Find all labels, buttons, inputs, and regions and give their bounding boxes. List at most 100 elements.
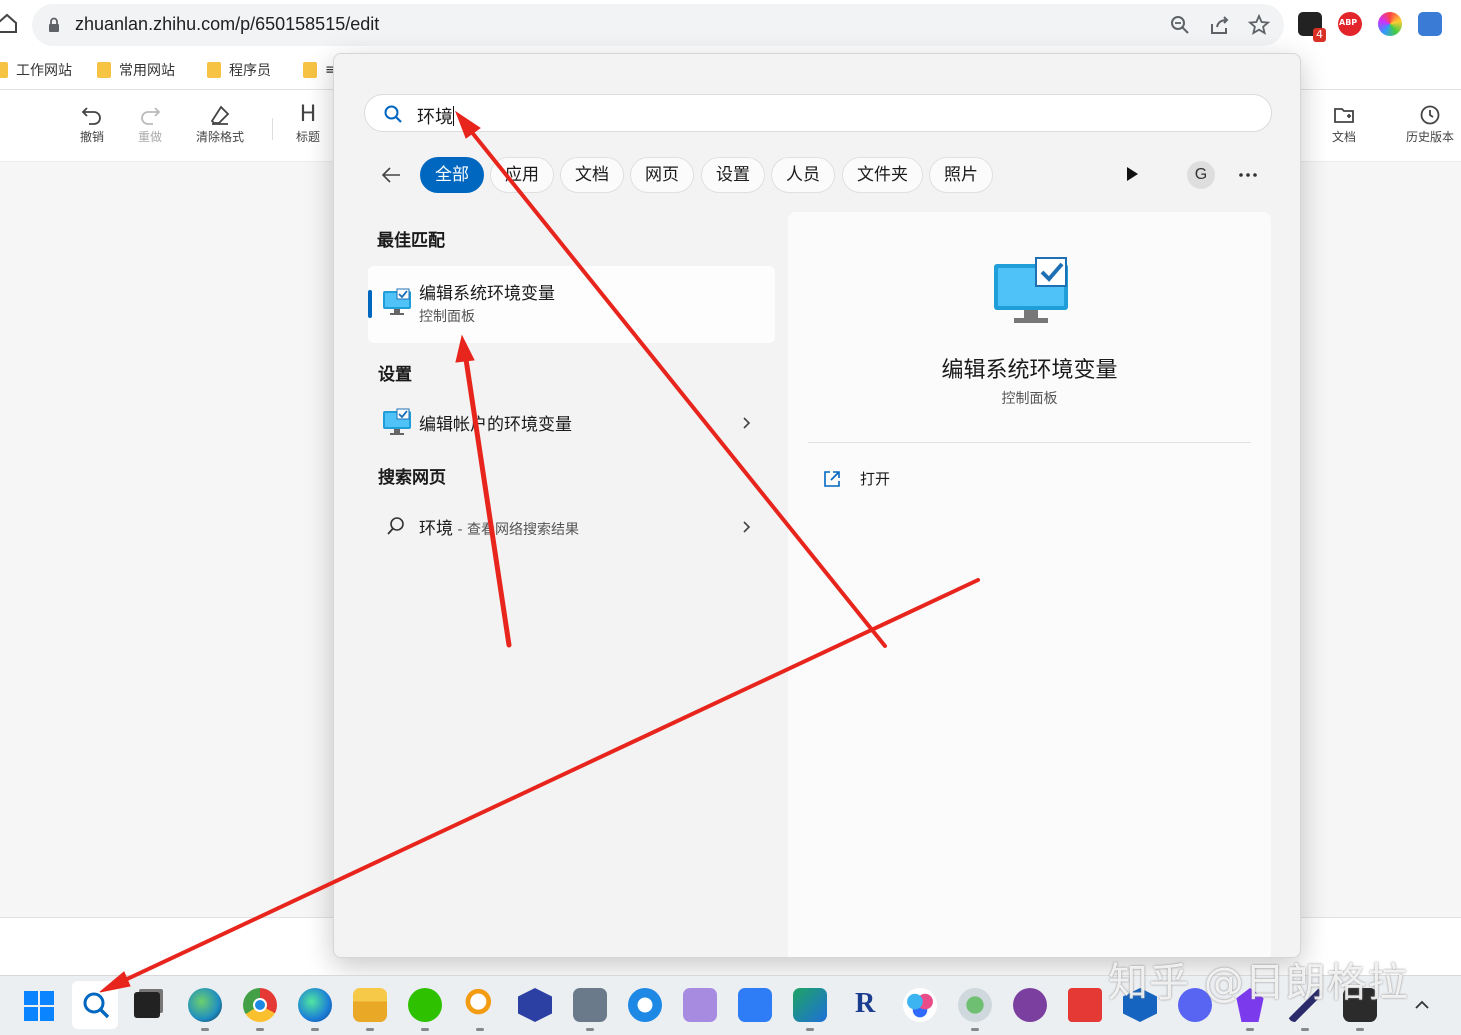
edge-dev-icon[interactable] (188, 988, 222, 1022)
extension-badge-icon[interactable]: 4 (1298, 12, 1326, 42)
file-explorer-icon[interactable] (353, 988, 387, 1022)
running-indicator (1246, 1028, 1254, 1031)
magnifier-app-icon[interactable] (463, 988, 497, 1022)
edge-icon[interactable] (298, 988, 332, 1022)
heading-label: 标题 (296, 130, 321, 144)
bookmark-more[interactable]: ≡ (303, 59, 337, 81)
qq-browser-icon[interactable] (628, 988, 662, 1022)
web-result-suffix: - 查看网络搜索结果 (453, 522, 579, 538)
search-icon (387, 517, 404, 535)
history-button[interactable]: 历史版本 (1406, 104, 1454, 145)
start-icon[interactable] (24, 991, 54, 1021)
r-app-icon[interactable]: R (848, 988, 882, 1022)
email-app-icon[interactable] (793, 988, 827, 1022)
filter-documents[interactable]: 文档 (560, 157, 624, 193)
running-indicator (311, 1028, 319, 1031)
settings-result-title: 编辑帐户的环境变量 (419, 415, 572, 435)
best-match-title: 编辑系统环境变量 (419, 284, 555, 304)
more-options-icon[interactable] (1237, 164, 1259, 186)
bookmark-star-icon[interactable] (1247, 13, 1271, 37)
bookmark-common[interactable]: 常用网站 (97, 59, 175, 81)
chevron-up-icon[interactable] (1413, 996, 1431, 1014)
back-arrow-icon[interactable] (380, 164, 402, 186)
clear-format-button[interactable]: 清除格式 (196, 104, 244, 145)
lock-icon[interactable] (48, 17, 60, 33)
filter-folders[interactable]: 文件夹 (842, 157, 923, 193)
web-search-heading: 搜索网页 (378, 468, 446, 488)
filter-people[interactable]: 人员 (771, 157, 835, 193)
share-icon[interactable] (1208, 13, 1232, 37)
translate-extension-icon[interactable] (1418, 12, 1442, 36)
chevron-right-icon (743, 417, 751, 429)
github-icon[interactable] (1013, 988, 1047, 1022)
play-icon[interactable] (1122, 164, 1142, 184)
chevron-right-icon (743, 521, 751, 533)
heading-icon: H (299, 102, 317, 127)
web-result-text: 环境 - 查看网络搜索结果 (419, 514, 579, 539)
redo-icon (141, 107, 161, 125)
folder-icon (207, 62, 221, 78)
feishu-icon[interactable] (738, 988, 772, 1022)
search-icon[interactable] (80, 990, 112, 1022)
document-button[interactable]: 文档 (1332, 104, 1356, 145)
search-input[interactable]: 环境 (364, 94, 1272, 132)
zoom-icon[interactable] (1168, 13, 1192, 37)
clear-format-label: 清除格式 (196, 130, 245, 144)
address-bar[interactable]: zhuanlan.zhihu.com/p/650158515/edit (32, 4, 1284, 46)
home-icon[interactable] (0, 12, 18, 34)
adblock-label: ABP (1339, 18, 1358, 27)
undo-button[interactable]: 撤销 (80, 104, 104, 145)
chrome-icon[interactable] (243, 988, 277, 1022)
adblock-icon[interactable]: ABP (1338, 12, 1362, 36)
folder-icon (0, 62, 8, 78)
running-indicator (256, 1028, 264, 1031)
m-app-icon[interactable] (683, 988, 717, 1022)
redo-button[interactable]: 重做 (138, 104, 162, 145)
system-properties-icon (994, 257, 1068, 323)
open-action[interactable]: 打开 (822, 468, 890, 489)
toolbar-divider (272, 118, 273, 140)
zhihu-watermark: 知乎 @日朗格拉 (1108, 960, 1409, 1006)
windows-search-flyout: 环境 全部 应用 文档 网页 设置 人员 文件夹 照片 G 最佳匹配 编辑系统环… (333, 53, 1301, 958)
web-search-result[interactable]: 环境 - 查看网络搜索结果 (368, 498, 775, 554)
baidu-netdisk-icon[interactable] (903, 988, 937, 1022)
bookmark-label: 程序员 (229, 63, 271, 79)
bookmark-work[interactable]: 工作网站 (0, 59, 72, 81)
wechat-icon[interactable] (408, 988, 442, 1022)
search-query[interactable]: 环境 (417, 103, 454, 129)
settings-heading: 设置 (378, 365, 412, 385)
shell-app-icon[interactable] (958, 988, 992, 1022)
undo-label: 撤销 (80, 130, 105, 144)
screenshot-app-icon[interactable] (573, 988, 607, 1022)
account-avatar[interactable]: G (1187, 161, 1215, 189)
running-indicator (586, 1028, 594, 1031)
running-indicator (366, 1028, 374, 1031)
filter-apps[interactable]: 应用 (490, 157, 554, 193)
heading-button[interactable]: H 标题 (296, 104, 320, 145)
c-app-icon[interactable] (518, 988, 552, 1022)
running-indicator (1356, 1028, 1364, 1031)
url-text[interactable]: zhuanlan.zhihu.com/p/650158515/edit (75, 14, 379, 35)
running-indicator (421, 1028, 429, 1031)
best-match-result[interactable]: 编辑系统环境变量 控制面板 (368, 266, 775, 343)
open-label: 打开 (860, 470, 891, 488)
color-picker-extension-icon[interactable] (1378, 12, 1402, 36)
best-match-subtitle: 控制面板 (419, 309, 475, 325)
filter-all[interactable]: 全部 (420, 157, 484, 193)
bookmark-label: 工作网站 (16, 63, 72, 79)
settings-result[interactable]: 编辑帐户的环境变量 (368, 394, 775, 450)
search-query-text: 环境 (417, 107, 453, 128)
bookmark-programmer[interactable]: 程序员 (207, 59, 271, 81)
folder-icon (97, 62, 111, 78)
running-indicator (201, 1028, 209, 1031)
task-view-icon[interactable] (134, 992, 160, 1018)
detail-subtitle: 控制面板 (1001, 391, 1058, 407)
running-indicator (1301, 1028, 1309, 1031)
extension-badge-count: 4 (1313, 28, 1326, 42)
toutiao-icon[interactable] (1068, 988, 1102, 1022)
filter-settings[interactable]: 设置 (701, 157, 765, 193)
bookmark-label: 常用网站 (119, 63, 175, 79)
filter-web[interactable]: 网页 (630, 157, 694, 193)
filter-photos[interactable]: 照片 (929, 157, 993, 193)
running-indicator (806, 1028, 814, 1031)
